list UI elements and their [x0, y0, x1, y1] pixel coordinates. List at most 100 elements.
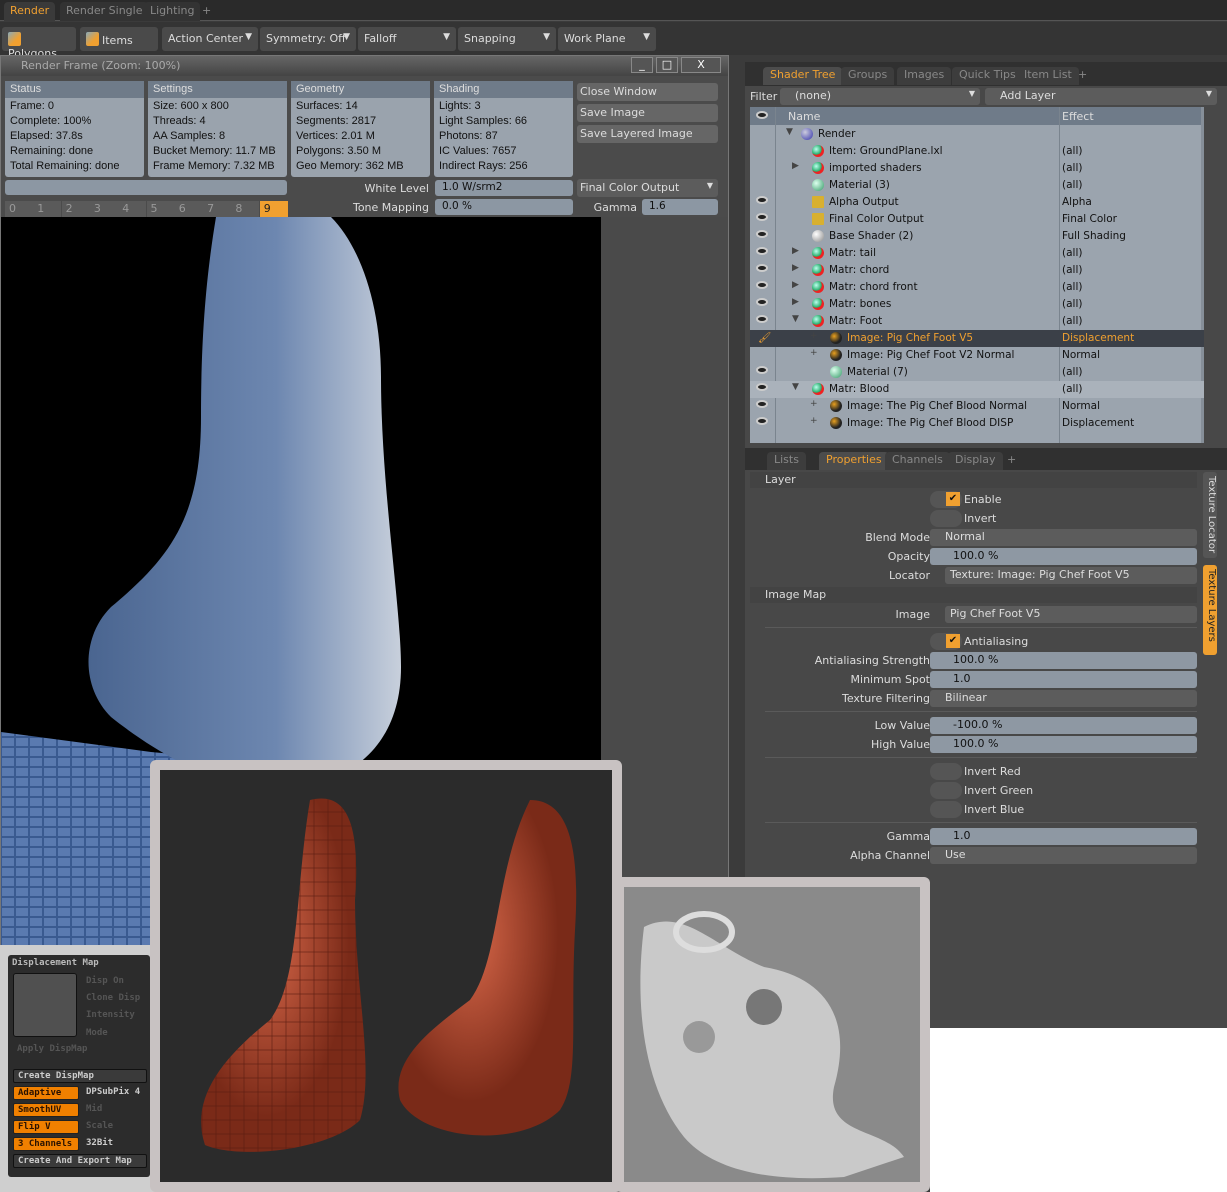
tab-properties[interactable]: Properties [819, 452, 889, 470]
buffer-button[interactable]: 1 [33, 201, 62, 217]
buffer-button[interactable]: 4 [118, 201, 147, 217]
tree-row[interactable]: 🖌 + Image: Pig Chef Foot V5 Displacement [750, 330, 1204, 347]
tab-display[interactable]: Display [948, 452, 1003, 470]
alpha-channel-dropdown[interactable]: Use [930, 847, 1197, 864]
buffer-button[interactable]: 8 [231, 201, 260, 217]
symmetry-dropdown[interactable]: Symmetry: Off ▼ [260, 27, 356, 51]
scale-slider[interactable]: Scale [82, 1120, 117, 1134]
tab-item-list[interactable]: Item List [1017, 67, 1079, 85]
buffer-button[interactable]: 7 [203, 201, 232, 217]
output-dropdown[interactable]: Final Color Output ▼ [577, 179, 718, 197]
image-map-section-header[interactable]: Image Map [750, 587, 1197, 603]
add-layer-dropdown[interactable]: Add Layer ▼ [985, 88, 1217, 105]
polygons-button[interactable]: Polygons [2, 27, 76, 60]
tree-row[interactable]: ▶ Matr: chord front (all) [750, 279, 1204, 296]
expand-arrow-icon[interactable]: ▼ [792, 382, 799, 392]
expand-plus-icon[interactable]: + [810, 416, 818, 426]
expand-arrow-icon[interactable]: ▶ [792, 161, 799, 171]
high-value-field[interactable]: 100.0 % [930, 736, 1197, 753]
tree-row[interactable]: + Image: Pig Chef Foot V2 Normal Normal [750, 347, 1204, 364]
buffer-button[interactable]: 0 [5, 201, 33, 217]
eye-icon[interactable] [756, 281, 768, 289]
eye-icon[interactable] [756, 366, 768, 374]
buffer-button[interactable]: 5 [146, 201, 175, 217]
invert-green-checkbox[interactable] [930, 782, 962, 799]
disp-on-button[interactable]: Disp On [82, 975, 128, 989]
action-center-dropdown[interactable]: Action Center ▼ [162, 27, 258, 51]
low-value-field[interactable]: -100.0 % [930, 717, 1197, 734]
expand-plus-icon[interactable]: + [810, 331, 818, 341]
tree-row[interactable]: Material (3) (all) [750, 177, 1204, 194]
buffer-button[interactable]: 9 [259, 201, 288, 217]
eye-icon[interactable] [756, 247, 768, 255]
dpsubpix-slider[interactable]: DPSubPix 4 [82, 1086, 144, 1100]
items-button[interactable]: Items [80, 27, 158, 51]
tab-groups[interactable]: Groups [841, 67, 895, 85]
min-spot-field[interactable]: 1.0 [930, 671, 1197, 688]
white-level-field[interactable]: 1.0 W/srm2 [435, 180, 573, 196]
tree-row[interactable]: ▶ Matr: chord (all) [750, 262, 1204, 279]
tree-row[interactable]: ▶ Matr: bones (all) [750, 296, 1204, 313]
intensity-slider[interactable]: Intensity [82, 1009, 139, 1023]
create-export-map-button[interactable]: Create And Export Map [13, 1154, 147, 1168]
falloff-dropdown[interactable]: Falloff ▼ [358, 27, 456, 51]
work-plane-dropdown[interactable]: Work Plane ▼ [558, 27, 656, 51]
side-tab-texture-locator[interactable]: Texture Locator [1203, 472, 1217, 558]
add-tab-button[interactable]: + [1071, 67, 1094, 85]
expand-plus-icon[interactable]: + [810, 399, 818, 409]
tab-channels[interactable]: Channels [885, 452, 950, 470]
tree-row[interactable]: ▶ Matr: tail (all) [750, 245, 1204, 262]
tab-images[interactable]: Images [897, 67, 952, 85]
maximize-button[interactable]: □ [656, 57, 678, 73]
blend-mode-dropdown[interactable]: Normal [930, 529, 1197, 546]
expand-arrow-icon[interactable]: ▶ [792, 280, 799, 290]
tab-lighting[interactable]: Lighting [144, 2, 201, 21]
invert-checkbox[interactable] [930, 510, 962, 527]
layer-section-header[interactable]: Layer [750, 472, 1197, 488]
add-tab-button[interactable]: + [196, 2, 217, 21]
tree-row[interactable]: Final Color Output Final Color [750, 211, 1204, 228]
tab-render-single[interactable]: Render Single [60, 2, 149, 21]
tab-lists[interactable]: Lists [767, 452, 806, 470]
effect-column-header[interactable]: Effect [1062, 110, 1094, 123]
texture-filtering-dropdown[interactable]: Bilinear [930, 690, 1197, 707]
eye-icon[interactable] [756, 213, 768, 221]
adaptive-toggle[interactable]: Adaptive [13, 1086, 79, 1100]
eye-icon[interactable] [756, 400, 768, 408]
tab-render[interactable]: Render [4, 2, 56, 21]
close-window-button[interactable]: Close Window [577, 83, 718, 101]
filter-dropdown[interactable]: (none) ▼ [780, 88, 980, 105]
bits-button[interactable]: 32Bit [82, 1137, 117, 1151]
tree-row[interactable]: ▼ Render [750, 126, 1204, 143]
eye-icon[interactable] [756, 315, 768, 323]
tree-row[interactable]: ▶ imported shaders (all) [750, 160, 1204, 177]
minimize-button[interactable]: _ [631, 57, 653, 73]
expand-plus-icon[interactable]: + [810, 348, 818, 358]
expand-arrow-icon[interactable]: ▼ [786, 127, 793, 137]
tree-row[interactable]: Base Shader (2) Full Shading [750, 228, 1204, 245]
create-dispmap-button[interactable]: Create DispMap [13, 1069, 147, 1083]
image-dropdown[interactable]: Pig Chef Foot V5 [945, 606, 1197, 623]
enable-checkbox[interactable] [930, 491, 962, 508]
side-tab-texture-layers[interactable]: Texture Layers [1203, 565, 1217, 655]
invert-red-checkbox[interactable] [930, 763, 962, 780]
tree-row[interactable]: + Image: The Pig Chef Blood DISP Displacem… [750, 415, 1204, 432]
tree-row[interactable]: Material (7) (all) [750, 364, 1204, 381]
eye-icon[interactable] [756, 196, 768, 204]
aa-strength-field[interactable]: 100.0 % [930, 652, 1197, 669]
tree-row[interactable]: Alpha Output Alpha [750, 194, 1204, 211]
name-column-header[interactable]: Name [788, 110, 820, 123]
tab-quick-tips[interactable]: Quick Tips [952, 67, 1023, 85]
eye-icon[interactable] [756, 298, 768, 306]
invert-blue-checkbox[interactable] [930, 801, 962, 818]
tree-row[interactable]: ▼ Matr: Blood (all) [750, 381, 1204, 398]
clone-disp-button[interactable]: Clone Disp [82, 992, 144, 1006]
window-titlebar[interactable]: Render Frame (Zoom: 100%) _ □ X [1, 56, 728, 76]
save-layered-image-button[interactable]: Save Layered Image [577, 125, 718, 143]
expand-arrow-icon[interactable]: ▶ [792, 246, 799, 256]
antialiasing-checkbox[interactable] [930, 633, 962, 650]
buffer-button[interactable]: 2 [61, 201, 90, 217]
apply-dispmap-button[interactable]: Apply DispMap [13, 1043, 147, 1057]
snapping-dropdown[interactable]: Snapping ▼ [458, 27, 556, 51]
tree-row[interactable]: ▼ Matr: Foot (all) [750, 313, 1204, 330]
